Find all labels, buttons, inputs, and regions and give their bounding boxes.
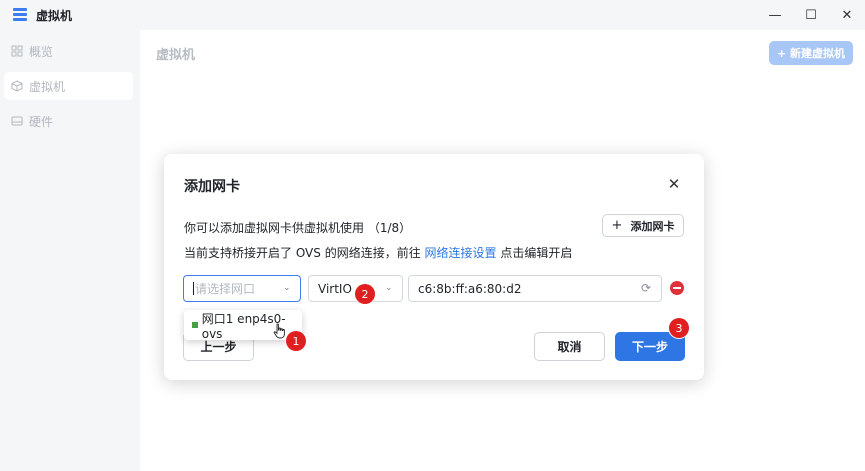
sidebar-item-hardware[interactable]: 硬件: [4, 107, 133, 135]
app-title: 虚拟机: [36, 8, 73, 23]
add-nic-label: 添加网卡: [630, 219, 675, 233]
hand-cursor-icon: [273, 323, 285, 339]
status-dot: [192, 322, 198, 328]
ovs-note: 当前支持桥接开启了 OVS 的网络连接，前往 网络连接设置 点击编辑开启: [184, 244, 572, 261]
step-badge-3: 3: [669, 318, 689, 338]
note-suffix: 点击编辑开启: [500, 246, 573, 260]
sidebar-item-label: 概览: [29, 44, 54, 59]
port-select[interactable]: 请选择网口 ⌄: [183, 275, 301, 302]
chevron-down-icon: ⌄: [385, 283, 393, 293]
app-icon: [13, 8, 27, 22]
network-settings-link[interactable]: 网络连接设置: [425, 246, 497, 260]
cancel-button[interactable]: 取消: [534, 332, 605, 361]
maximize-button[interactable]: ☐: [793, 0, 829, 30]
close-window-button[interactable]: ✕: [829, 0, 865, 30]
port-select-placeholder: 请选择网口: [195, 282, 256, 296]
text-cursor: [193, 282, 194, 295]
dialog-title: 添加网卡: [184, 179, 240, 195]
cube-icon: [11, 80, 23, 92]
sidebar-item-label: 硬件: [29, 114, 54, 129]
sidebar-item-vm[interactable]: 虚拟机: [4, 72, 133, 100]
dialog-description: 你可以添加虚拟网卡供虚拟机使用 （1/8）: [184, 221, 412, 235]
note-prefix: 当前支持桥接开启了 OVS 的网络连接，前往: [184, 246, 421, 260]
step-badge-1: 1: [286, 331, 306, 351]
hard-drive-icon: [11, 116, 23, 126]
title-bar: 虚拟机 — ☐ ✕: [0, 0, 865, 30]
new-vm-button[interactable]: + 新建虚拟机: [769, 41, 853, 65]
mac-address-input[interactable]: c6:8b:ff:a6:80:d2 ⟳: [408, 275, 662, 302]
minimize-button[interactable]: —: [757, 0, 793, 30]
step-badge-2: 2: [355, 284, 375, 304]
add-nic-button[interactable]: + 添加网卡: [602, 214, 684, 237]
window-controls: — ☐ ✕: [757, 0, 865, 30]
sidebar-item-label: 虚拟机: [29, 79, 66, 94]
mac-address-value: c6:8b:ff:a6:80:d2: [418, 281, 522, 296]
chevron-down-icon: ⌄: [283, 283, 291, 293]
page-title: 虚拟机: [156, 48, 196, 63]
refresh-icon[interactable]: ⟳: [641, 282, 651, 295]
remove-nic-button[interactable]: [670, 281, 684, 295]
sidebar: 概览 虚拟机 硬件: [0, 30, 140, 471]
sidebar-item-overview[interactable]: 概览: [4, 37, 133, 65]
add-nic-dialog: 添加网卡 ✕ 你可以添加虚拟网卡供虚拟机使用 （1/8） + 添加网卡 当前支持…: [164, 154, 704, 380]
plus-icon: +: [611, 218, 623, 233]
close-icon[interactable]: ✕: [666, 176, 682, 192]
grid-icon: [11, 45, 23, 57]
nic-model-value: VirtIO: [318, 281, 352, 296]
